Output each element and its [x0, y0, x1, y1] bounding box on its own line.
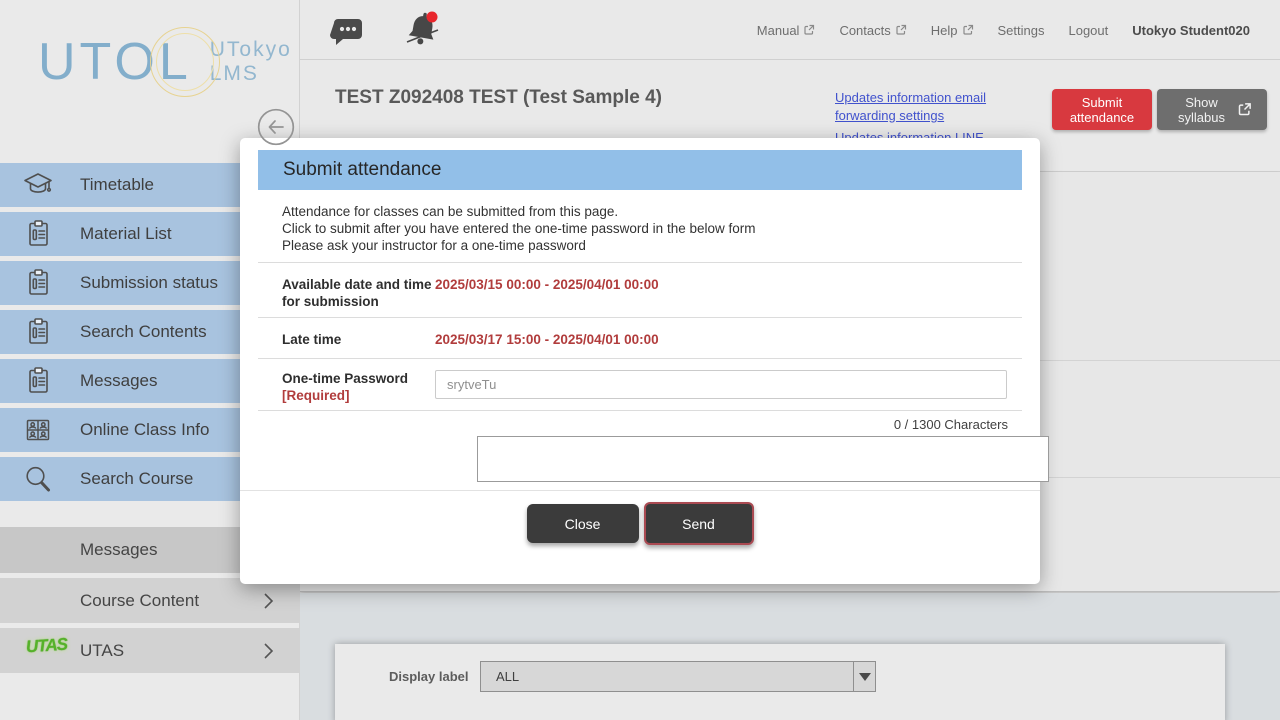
video-grid-icon — [22, 414, 54, 446]
sidebar-item-label: Material List — [80, 224, 172, 244]
logo-rings-decoration — [150, 27, 220, 97]
sidebar-item-utas[interactable]: UTAS UTAS — [0, 628, 300, 673]
submit-attendance-button[interactable]: Submit attendance — [1052, 89, 1152, 130]
sidebar-item-label: Messages — [80, 371, 157, 391]
close-button[interactable]: Close — [527, 504, 639, 543]
contacts-link-label: Contacts — [839, 23, 890, 38]
password-label-text: One-time Password — [282, 371, 408, 386]
external-link-icon — [895, 24, 907, 36]
available-date-label: Available date and time for submission — [282, 276, 435, 310]
sidebar-collapse-button[interactable] — [257, 108, 295, 146]
dropdown-arrow-icon[interactable] — [853, 662, 875, 691]
modal-title: Submit attendance — [283, 159, 441, 181]
sidebar-item-label: Messages — [80, 540, 157, 560]
one-time-password-input[interactable] — [435, 370, 1007, 399]
modal-description: Attendance for classes can be submitted … — [282, 203, 998, 254]
one-time-password-label: One-time Password [Required] — [282, 370, 435, 404]
contacts-link[interactable]: Contacts — [839, 23, 906, 38]
utas-logo-icon: UTAS — [25, 635, 67, 658]
manual-link[interactable]: Manual — [757, 23, 816, 38]
sidebar-item-label: Timetable — [80, 175, 154, 195]
updates-email-link[interactable]: Updates information email forwarding set… — [835, 89, 1015, 125]
chevron-right-icon — [262, 592, 274, 610]
utol-logo: UTOL UTokyo LMS — [38, 36, 292, 88]
magnifier-icon — [22, 463, 54, 495]
settings-link[interactable]: Settings — [998, 23, 1045, 38]
settings-link-label: Settings — [998, 23, 1045, 38]
send-button[interactable]: Send — [644, 502, 754, 545]
modal-divider — [258, 410, 1022, 411]
help-link-label: Help — [931, 23, 958, 38]
sidebar-item-label: Search Contents — [80, 322, 207, 342]
top-nav-links: Manual Contacts Help Settings Logout Uto… — [757, 0, 1250, 60]
course-title: TEST Z092408 TEST (Test Sample 4) — [335, 87, 662, 109]
show-syllabus-label: Show syllabus — [1173, 95, 1231, 125]
top-header-bar: Manual Contacts Help Settings Logout Uto… — [300, 0, 1280, 60]
filter-panel: Display label ALL — [335, 644, 1225, 720]
logout-link[interactable]: Logout — [1068, 23, 1108, 38]
clipboard-icon — [22, 267, 54, 299]
sidebar-item-label: Submission status — [80, 273, 218, 293]
help-link[interactable]: Help — [931, 23, 974, 38]
description-line: Click to submit after you have entered t… — [282, 220, 998, 237]
late-time-label: Late time — [282, 331, 435, 348]
chevron-right-icon — [262, 642, 274, 660]
sidebar-item-label: Online Class Info — [80, 420, 209, 440]
logout-link-label: Logout — [1068, 23, 1108, 38]
late-time-row: Late time 2025/03/17 15:00 - 2025/04/01 … — [240, 318, 1040, 358]
clipboard-icon — [22, 316, 54, 348]
notification-bell-icon[interactable] — [400, 8, 444, 54]
external-link-icon — [1237, 102, 1252, 117]
chat-bubble-icon[interactable] — [330, 11, 366, 51]
late-time-value: 2025/03/17 15:00 - 2025/04/01 00:00 — [435, 331, 659, 348]
sidebar-item-label: Search Course — [80, 469, 193, 489]
sidebar-item-label: Course Content — [80, 591, 199, 611]
external-link-icon — [803, 24, 815, 36]
clipboard-icon — [22, 218, 54, 250]
available-date-row: Available date and time for submission 2… — [240, 263, 1040, 317]
description-line: Attendance for classes can be submitted … — [282, 203, 998, 220]
display-label-text: Display label — [389, 669, 468, 684]
required-badge: [Required] — [282, 387, 435, 404]
clipboard-icon — [22, 365, 54, 397]
character-counter: 0 / 1300 Characters — [240, 417, 1008, 432]
utol-logo-subtext: UTokyo LMS — [210, 38, 292, 86]
comment-textarea[interactable] — [477, 436, 1049, 482]
manual-link-label: Manual — [757, 23, 800, 38]
submit-attendance-modal: Submit attendance Attendance for classes… — [240, 138, 1040, 584]
modal-footer: Close Send — [240, 490, 1040, 556]
username-display: Utokyo Student020 — [1132, 23, 1250, 38]
external-link-icon — [962, 24, 974, 36]
show-syllabus-button[interactable]: Show syllabus — [1157, 89, 1267, 130]
selected-option: ALL — [496, 662, 519, 691]
sidebar-item-course-content[interactable]: Course Content — [0, 578, 300, 623]
available-date-value: 2025/03/15 00:00 - 2025/04/01 00:00 — [435, 276, 659, 310]
one-time-password-row: One-time Password [Required] — [240, 359, 1040, 410]
display-label-select[interactable]: ALL — [480, 661, 876, 692]
sidebar-item-label: UTAS — [80, 641, 124, 661]
utol-logo-text: UTOL — [38, 36, 192, 88]
modal-header: Submit attendance — [258, 150, 1022, 190]
description-line: Please ask your instructor for a one-tim… — [282, 237, 998, 254]
graduation-cap-icon — [22, 169, 54, 201]
